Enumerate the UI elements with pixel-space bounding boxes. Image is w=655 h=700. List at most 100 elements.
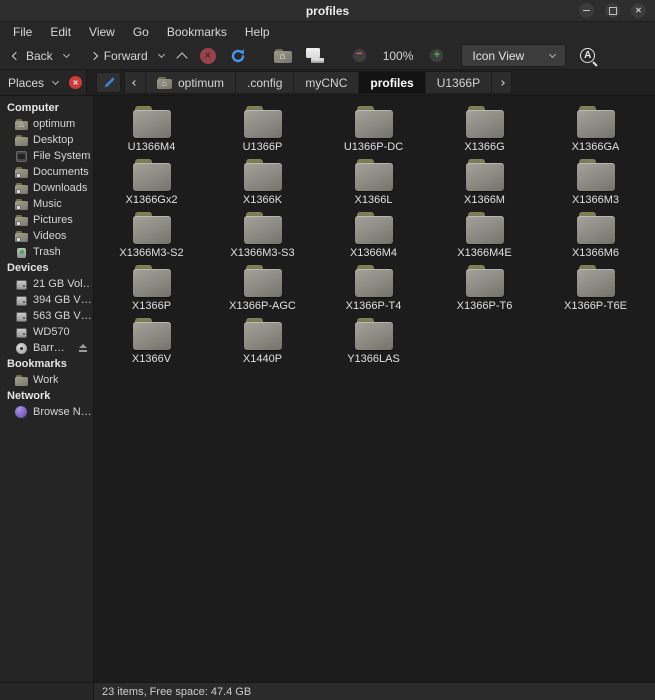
folder-view[interactable]: U1366M4U1366PU1366P-DCX1366G X1366GA X1366… <box>94 96 655 682</box>
view-mode-dropdown[interactable]: Icon View <box>461 44 566 67</box>
sidebar-item-trash[interactable]: Trash <box>0 244 93 260</box>
close-button[interactable] <box>631 3 646 18</box>
folder-pictures-icon <box>15 215 28 226</box>
sidebar-item-label: Trash <box>33 246 61 258</box>
folder-icon <box>354 106 394 138</box>
file-item-y1366las[interactable]: Y1366LAS <box>318 316 429 369</box>
file-item-x1366ga[interactable]: X1366GA <box>540 104 651 157</box>
file-item-x1366m3[interactable]: X1366M3 <box>540 157 651 210</box>
sidebar-item-21-gb-vol[interactable]: 21 GB Vol… <box>0 276 93 292</box>
menubar: FileEditViewGoBookmarksHelp <box>0 22 655 42</box>
reload-button[interactable] <box>223 44 253 68</box>
sidebar-item-documents[interactable]: Documents <box>0 164 93 180</box>
folder-body <box>133 269 171 297</box>
plus-glyph: + <box>434 50 440 61</box>
file-item-x1366v[interactable]: X1366V <box>96 316 207 369</box>
back-history-chevron-icon[interactable] <box>63 50 70 57</box>
file-item-x1366p-t4[interactable]: X1366P-T4 <box>318 263 429 316</box>
file-item-x1366p-t6e[interactable]: X1366P-T6E <box>540 263 651 316</box>
drive-icon <box>15 327 28 338</box>
folder-music-icon <box>15 199 28 210</box>
sidebar-item-music[interactable]: Music <box>0 196 93 212</box>
file-item-x1366m4[interactable]: X1366M4 <box>318 210 429 263</box>
sidebar-item-label: Pictures <box>33 214 73 226</box>
sidebar-item-label: Browse N… <box>33 406 91 418</box>
file-item-u1366p-dc[interactable]: U1366P-DC <box>318 104 429 157</box>
sidebar-item-394-gb-v[interactable]: 394 GB V… <box>0 292 93 308</box>
file-item-u1366p[interactable]: U1366P <box>207 104 318 157</box>
sidebar-item-563-gb-v[interactable]: 563 GB V… <box>0 308 93 324</box>
file-item-x1366m[interactable]: X1366M <box>429 157 540 210</box>
file-item-x1440p[interactable]: X1440P <box>207 316 318 369</box>
forward-button[interactable]: Forward <box>84 44 171 68</box>
sidebar-item-desktop[interactable]: Desktop <box>0 132 93 148</box>
breadcrumb-optimum[interactable]: ⌂optimum <box>145 72 235 93</box>
sidebar-item-work[interactable]: Work <box>0 372 93 388</box>
minimize-button[interactable] <box>579 3 594 18</box>
file-name: Y1366LAS <box>347 353 400 365</box>
sidebar-item-downloads[interactable]: Downloads <box>0 180 93 196</box>
file-item-x1366gx2[interactable]: X1366Gx2 <box>96 157 207 210</box>
sidebar-item-wd570[interactable]: WD570 <box>0 324 93 340</box>
sidebar-item-label: File System <box>33 150 90 162</box>
sidebar-item-label: optimum <box>33 118 75 130</box>
file-item-x1366m3-s2[interactable]: X1366M3-S2 <box>96 210 207 263</box>
file-item-x1366p-t6[interactable]: X1366P-T6 <box>429 263 540 316</box>
folder-body <box>133 216 171 244</box>
up-button[interactable] <box>171 44 193 68</box>
places-selector[interactable]: Places <box>0 70 87 95</box>
menu-item-help[interactable]: Help <box>236 22 279 42</box>
statusbar-side-segment <box>0 683 94 700</box>
sidebar-item-videos[interactable]: Videos <box>0 228 93 244</box>
breadcrumb-label: optimum <box>178 76 224 90</box>
edit-path-button[interactable] <box>96 72 121 93</box>
file-item-x1366l[interactable]: X1366L <box>318 157 429 210</box>
forward-history-chevron-icon[interactable] <box>158 50 165 57</box>
maximize-button[interactable] <box>605 3 620 18</box>
back-button[interactable]: Back <box>6 44 76 68</box>
breadcrumb-label: .config <box>247 76 282 90</box>
file-item-x1366m4e[interactable]: X1366M4E <box>429 210 540 263</box>
folder-icon <box>465 265 505 297</box>
breadcrumb-scroll-left[interactable] <box>125 72 145 93</box>
chevron-down-icon <box>549 50 556 57</box>
file-item-x1366g[interactable]: X1366G <box>429 104 540 157</box>
home-button[interactable]: ⌂ <box>267 44 299 68</box>
menu-item-edit[interactable]: Edit <box>41 22 80 42</box>
file-item-x1366k[interactable]: X1366K <box>207 157 318 210</box>
menu-item-bookmarks[interactable]: Bookmarks <box>158 22 236 42</box>
folder-body <box>244 269 282 297</box>
file-item-x1366m6[interactable]: X1366M6 <box>540 210 651 263</box>
folder-icon <box>354 212 394 244</box>
stop-button[interactable] <box>193 44 223 68</box>
file-item-u1366m4[interactable]: U1366M4 <box>96 104 207 157</box>
zoom-in-button[interactable]: + <box>422 44 451 68</box>
menu-item-go[interactable]: Go <box>124 22 158 42</box>
folder-videos-icon <box>15 231 28 242</box>
sidebar-item-pictures[interactable]: Pictures <box>0 212 93 228</box>
sidebar-item-label: Work <box>33 374 58 386</box>
sidebar-item-barr[interactable]: Barr… <box>0 340 93 356</box>
breadcrumb-u1366p[interactable]: U1366P <box>425 72 491 93</box>
sidebar-item-browse-n[interactable]: Browse N… <box>0 404 93 420</box>
desktop-button[interactable] <box>299 44 331 68</box>
folder-icon <box>15 135 28 146</box>
breadcrumb-scroll-right[interactable] <box>491 72 511 93</box>
breadcrumb-config[interactable]: .config <box>235 72 293 93</box>
close-side-pane-icon[interactable] <box>69 76 82 89</box>
file-name: X1366GA <box>572 141 620 153</box>
eject-icon[interactable] <box>78 344 87 352</box>
sidebar-item-optimum[interactable]: ⌂optimum <box>0 116 93 132</box>
menu-item-view[interactable]: View <box>80 22 124 42</box>
emblem-icon <box>16 189 21 194</box>
file-item-x1366p-agc[interactable]: X1366P-AGC <box>207 263 318 316</box>
zoom-out-button[interactable]: − <box>345 44 374 68</box>
find-files-button[interactable] <box>572 44 605 68</box>
breadcrumb-mycnc[interactable]: myCNC <box>293 72 358 93</box>
menu-item-file[interactable]: File <box>4 22 41 42</box>
folder-body <box>244 110 282 138</box>
file-item-x1366m3-s3[interactable]: X1366M3-S3 <box>207 210 318 263</box>
breadcrumb-profiles[interactable]: profiles <box>358 72 424 93</box>
file-item-x1366p[interactable]: X1366P <box>96 263 207 316</box>
sidebar-item-file-system[interactable]: File System <box>0 148 93 164</box>
